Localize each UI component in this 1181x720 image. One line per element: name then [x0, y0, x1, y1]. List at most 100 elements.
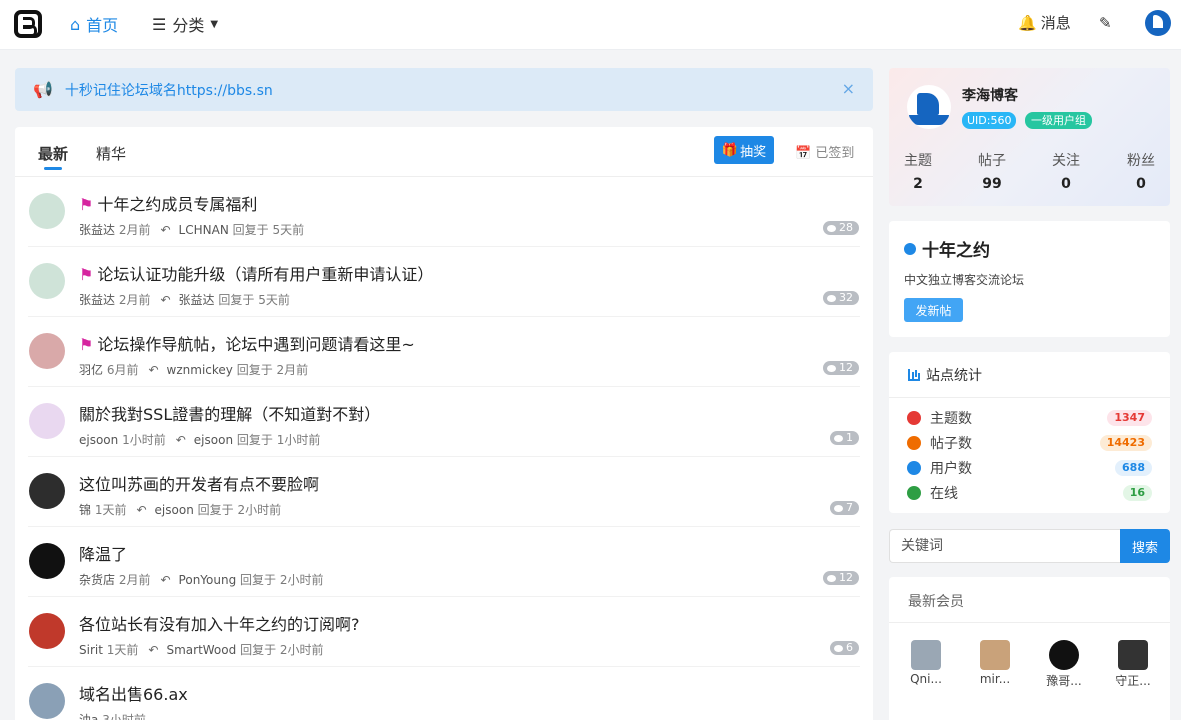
- nav-home[interactable]: ⌂ 首页: [70, 12, 118, 36]
- thread-title-text[interactable]: 域名出售66.ax: [79, 685, 188, 704]
- thread-author[interactable]: 杂货店: [79, 573, 115, 587]
- member-item[interactable]: 守正...: [1108, 640, 1158, 689]
- thread-title[interactable]: 这位叫苏画的开发者有点不要脸啊: [79, 471, 319, 495]
- thread-title[interactable]: 各位站长有没有加入十年之约的订阅啊?: [79, 611, 360, 635]
- member-name[interactable]: 豫哥...: [1039, 672, 1089, 689]
- thread-author[interactable]: 油a: [79, 713, 98, 720]
- profile-stat-following[interactable]: 关注 0: [1041, 150, 1091, 192]
- thread-row[interactable]: 關於我對SSL證書的理解（不知道對不對） ejsoon 1小时前 ↶ ejsoon 回…: [15, 387, 873, 457]
- thread-meta: 杂货店 2月前 ↶ PonYoung 回复于 2小时前: [79, 571, 324, 588]
- site-logo[interactable]: [14, 10, 42, 38]
- thread-row[interactable]: 这位叫苏画的开发者有点不要脸啊锦 1天前 ↶ ejsoon 回复于 2小时前 7: [15, 457, 873, 527]
- member-name[interactable]: mir...: [970, 672, 1020, 686]
- profile-stat-followers[interactable]: 粉丝 0: [1116, 150, 1166, 192]
- thread-title[interactable]: ⚑ 十年之约成员专属福利: [79, 191, 257, 215]
- user-avatar[interactable]: [1145, 10, 1171, 36]
- last-replier[interactable]: 张益达: [179, 293, 215, 307]
- profile-stat-topics[interactable]: 主题 2: [893, 150, 943, 192]
- member-avatar[interactable]: [1118, 640, 1148, 670]
- nav-messages[interactable]: 🔔 消息: [1018, 12, 1071, 33]
- last-reply-time: 回复于 5天前: [218, 293, 290, 307]
- member-name[interactable]: 守正...: [1108, 672, 1158, 689]
- thread-meta: 张益达 2月前 ↶ 张益达 回复于 5天前: [79, 291, 290, 308]
- author-avatar[interactable]: [29, 683, 65, 719]
- last-replier[interactable]: wznmickey: [167, 363, 233, 377]
- thread-meta: Sirit 1天前 ↶ SmartWood 回复于 2小时前: [79, 641, 324, 658]
- last-reply-time: 回复于 5天前: [232, 223, 305, 237]
- last-replier[interactable]: ejsoon: [194, 433, 233, 447]
- member-name[interactable]: Qni...: [901, 672, 951, 686]
- gift-icon: 🎁: [721, 142, 739, 158]
- close-icon[interactable]: ×: [842, 79, 855, 98]
- thread-title-text[interactable]: 论坛操作导航帖，论坛中遇到问题请看这里~: [97, 335, 414, 354]
- tab-featured[interactable]: 精华: [96, 143, 126, 164]
- member-avatar[interactable]: [911, 640, 941, 670]
- author-avatar[interactable]: [29, 613, 65, 649]
- lottery-button[interactable]: 🎁 抽奖: [714, 136, 774, 164]
- profile-stat-posts[interactable]: 帖子 99: [967, 150, 1017, 192]
- author-avatar[interactable]: [29, 193, 65, 229]
- checkin-status[interactable]: 📅 已签到: [795, 142, 854, 161]
- thread-title-text[interactable]: 關於我對SSL證書的理解（不知道對不對）: [79, 405, 380, 424]
- thread-row[interactable]: 域名出售66.ax 油a 3小时前: [15, 667, 873, 720]
- member-item[interactable]: 豫哥...: [1039, 640, 1089, 689]
- last-replier[interactable]: PonYoung: [179, 573, 237, 587]
- nav-category-dropdown[interactable]: ☰ 分类 ▼: [152, 12, 218, 36]
- thread-author[interactable]: 张益达: [79, 293, 115, 307]
- new-post-button[interactable]: 发新帖: [904, 298, 963, 322]
- thread-author[interactable]: 锦: [79, 503, 91, 517]
- thread-title[interactable]: ⚑ 论坛认证功能升级（请所有用户重新申请认证）: [79, 261, 433, 285]
- thread-author[interactable]: 张益达: [79, 223, 115, 237]
- thread-meta: 油a 3小时前: [79, 711, 146, 720]
- last-replier[interactable]: SmartWood: [166, 643, 236, 657]
- site-stat-value: 16: [1122, 485, 1152, 501]
- author-avatar[interactable]: [29, 333, 65, 369]
- thread-title[interactable]: 關於我對SSL證書的理解（不知道對不對）: [79, 401, 380, 425]
- thread-row[interactable]: ⚑ 论坛操作导航帖，论坛中遇到问题请看这里~ 羽亿 6月前 ↶ wznmickey 回复…: [15, 317, 873, 387]
- comment-icon: [834, 434, 843, 442]
- member-item[interactable]: Qni...: [901, 640, 951, 686]
- site-stats-header: 站点统计: [889, 352, 1170, 398]
- thread-meta: 锦 1天前 ↶ ejsoon 回复于 2小时前: [79, 501, 281, 518]
- thread-author[interactable]: Sirit: [79, 643, 103, 657]
- search-input[interactable]: [889, 529, 1121, 563]
- last-replier[interactable]: LCHNAN: [179, 223, 229, 237]
- profile-username[interactable]: 李海博客: [962, 85, 1018, 105]
- bell-icon: 🔔: [1018, 13, 1037, 32]
- stat-value: 0: [1061, 176, 1071, 192]
- site-title: 十年之约: [904, 236, 990, 261]
- thread-row[interactable]: 降温了 杂货店 2月前 ↶ PonYoung 回复于 2小时前 12: [15, 527, 873, 597]
- member-avatar[interactable]: [1049, 640, 1079, 670]
- thread-title[interactable]: ⚑ 论坛操作导航帖，论坛中遇到问题请看这里~: [79, 331, 415, 355]
- author-avatar[interactable]: [29, 543, 65, 579]
- last-replier[interactable]: ejsoon: [155, 503, 194, 517]
- thread-row[interactable]: 各位站长有没有加入十年之约的订阅啊? Sirit 1天前 ↶ SmartWood 回复…: [15, 597, 873, 667]
- member-item[interactable]: mir...: [970, 640, 1020, 686]
- thread-author[interactable]: ejsoon: [79, 433, 118, 447]
- profile-avatar[interactable]: [907, 85, 951, 129]
- thread-row[interactable]: ⚑ 论坛认证功能升级（请所有用户重新申请认证） 张益达 2月前 ↶ 张益达 回复于 5天…: [15, 247, 873, 317]
- thread-title[interactable]: 降温了: [79, 541, 127, 565]
- user-group-badge: 一级用户组: [1025, 112, 1092, 129]
- thread-title-text[interactable]: 这位叫苏画的开发者有点不要脸啊: [79, 475, 319, 494]
- layers-icon: ☰: [152, 14, 167, 34]
- site-stat-label: 在线: [930, 486, 958, 502]
- search-button[interactable]: 搜索: [1120, 529, 1170, 563]
- tab-latest[interactable]: 最新: [38, 143, 68, 164]
- site-description: 中文独立博客交流论坛: [904, 273, 1025, 287]
- thread-title-text[interactable]: 论坛认证功能升级（请所有用户重新申请认证）: [97, 265, 433, 284]
- thread-title-text[interactable]: 降温了: [79, 545, 127, 564]
- site-stat-row: 主题数 1347: [907, 408, 1152, 428]
- thread-title-text[interactable]: 十年之约成员专属福利: [97, 195, 257, 214]
- author-avatar[interactable]: [29, 473, 65, 509]
- bar-chart-icon: [908, 369, 920, 381]
- author-avatar[interactable]: [29, 263, 65, 299]
- edit-icon[interactable]: ✎: [1099, 14, 1112, 32]
- thread-author[interactable]: 羽亿: [79, 363, 103, 377]
- author-avatar[interactable]: [29, 403, 65, 439]
- member-avatar[interactable]: [980, 640, 1010, 670]
- thread-row[interactable]: ⚑ 十年之约成员专属福利 张益达 2月前 ↶ LCHNAN 回复于 5天前 28: [15, 177, 873, 247]
- comment-icon: [827, 364, 836, 372]
- thread-title-text[interactable]: 各位站长有没有加入十年之约的订阅啊?: [79, 615, 360, 634]
- thread-title[interactable]: 域名出售66.ax: [79, 681, 188, 705]
